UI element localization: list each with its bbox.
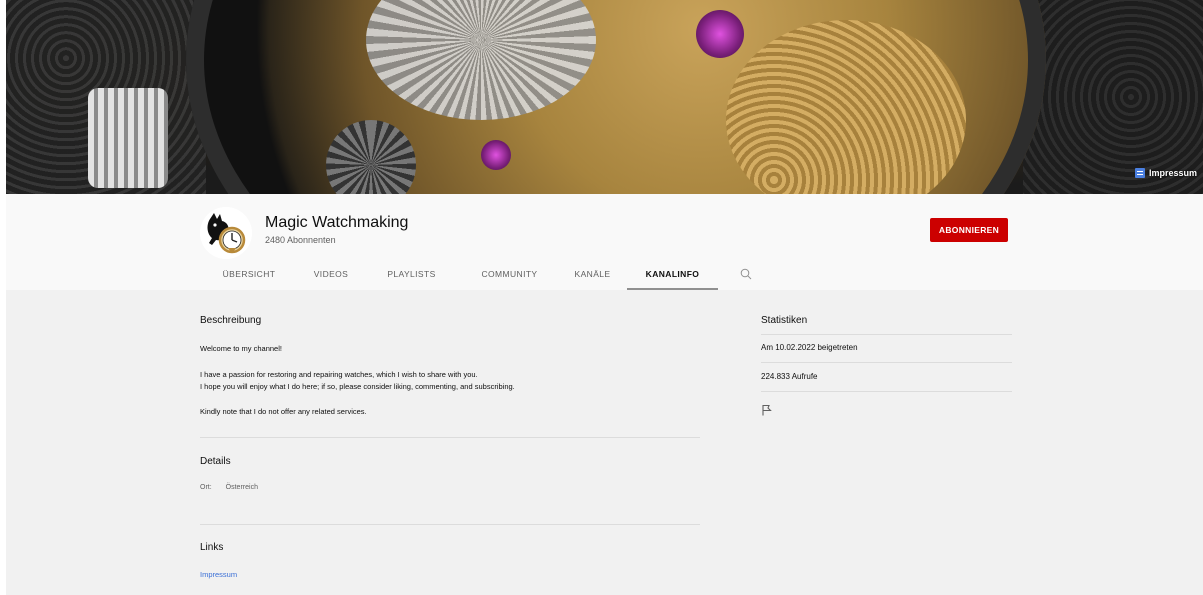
tab-label: VIDEOS xyxy=(313,269,349,279)
tab-label: COMMUNITY xyxy=(481,269,538,279)
location-label: Ort: xyxy=(200,484,212,491)
avatar[interactable] xyxy=(200,207,252,259)
cat-clock-logo-icon xyxy=(200,207,252,259)
banner-crown xyxy=(88,88,168,188)
details-title: Details xyxy=(200,456,231,467)
joined-date: Am 10.02.2022 beigetreten xyxy=(761,343,858,352)
banner-impressum-link[interactable]: Impressum xyxy=(1134,168,1197,178)
tab-kanaele[interactable]: KANÄLE xyxy=(558,258,627,290)
tab-videos[interactable]: VIDEOS xyxy=(300,258,362,290)
channel-name: Magic Watchmaking xyxy=(265,214,409,231)
about-content: Beschreibung Welcome to my channel! I ha… xyxy=(6,290,1203,595)
description-title: Beschreibung xyxy=(200,315,262,326)
tab-label: PLAYLISTS xyxy=(387,269,436,279)
document-icon xyxy=(1134,168,1145,178)
channel-tabs: ÜBERSICHT VIDEOS PLAYLISTS COMMUNITY KAN… xyxy=(198,258,774,290)
banner-link-label: Impressum xyxy=(1148,168,1197,178)
banner-jewel xyxy=(481,140,511,170)
search-icon xyxy=(740,268,752,280)
description-line: I hope you will enjoy what I do here; if… xyxy=(200,382,515,391)
banner-jewel xyxy=(696,10,744,58)
divider xyxy=(200,437,700,438)
tab-label: KANALINFO xyxy=(645,269,700,279)
channel-header: Magic Watchmaking 2480 Abonnenten ABONNI… xyxy=(6,194,1203,290)
description-line: Kindly note that I do not offer any rela… xyxy=(200,407,367,416)
banner-texture xyxy=(1023,0,1203,194)
subscriber-count: 2480 Abonnenten xyxy=(265,235,336,245)
tab-uebersicht[interactable]: ÜBERSICHT xyxy=(198,258,300,290)
tab-playlists[interactable]: PLAYLISTS xyxy=(362,258,461,290)
report-user-button[interactable] xyxy=(761,403,773,421)
tab-kanalinfo[interactable]: KANALINFO xyxy=(627,258,718,290)
tab-community[interactable]: COMMUNITY xyxy=(461,258,558,290)
divider xyxy=(200,524,700,525)
channel-search-button[interactable] xyxy=(718,258,774,290)
channel-banner: Impressum xyxy=(6,0,1203,194)
stats-title: Statistiken xyxy=(761,315,808,326)
impressum-link[interactable]: Impressum xyxy=(200,570,237,579)
description-line: Welcome to my channel! xyxy=(200,344,282,353)
location-row: Ort: Österreich xyxy=(200,484,258,491)
flag-icon xyxy=(762,404,772,416)
subscribe-button[interactable]: ABONNIEREN xyxy=(930,218,1008,242)
divider xyxy=(761,334,1012,335)
location-value: Österreich xyxy=(225,484,258,491)
divider xyxy=(761,391,1012,392)
view-count: 224.833 Aufrufe xyxy=(761,372,818,381)
links-title: Links xyxy=(200,542,224,553)
description-line: I have a passion for restoring and repai… xyxy=(200,370,478,379)
tab-label: ÜBERSICHT xyxy=(222,269,276,279)
divider xyxy=(761,362,1012,363)
tab-label: KANÄLE xyxy=(574,269,611,279)
